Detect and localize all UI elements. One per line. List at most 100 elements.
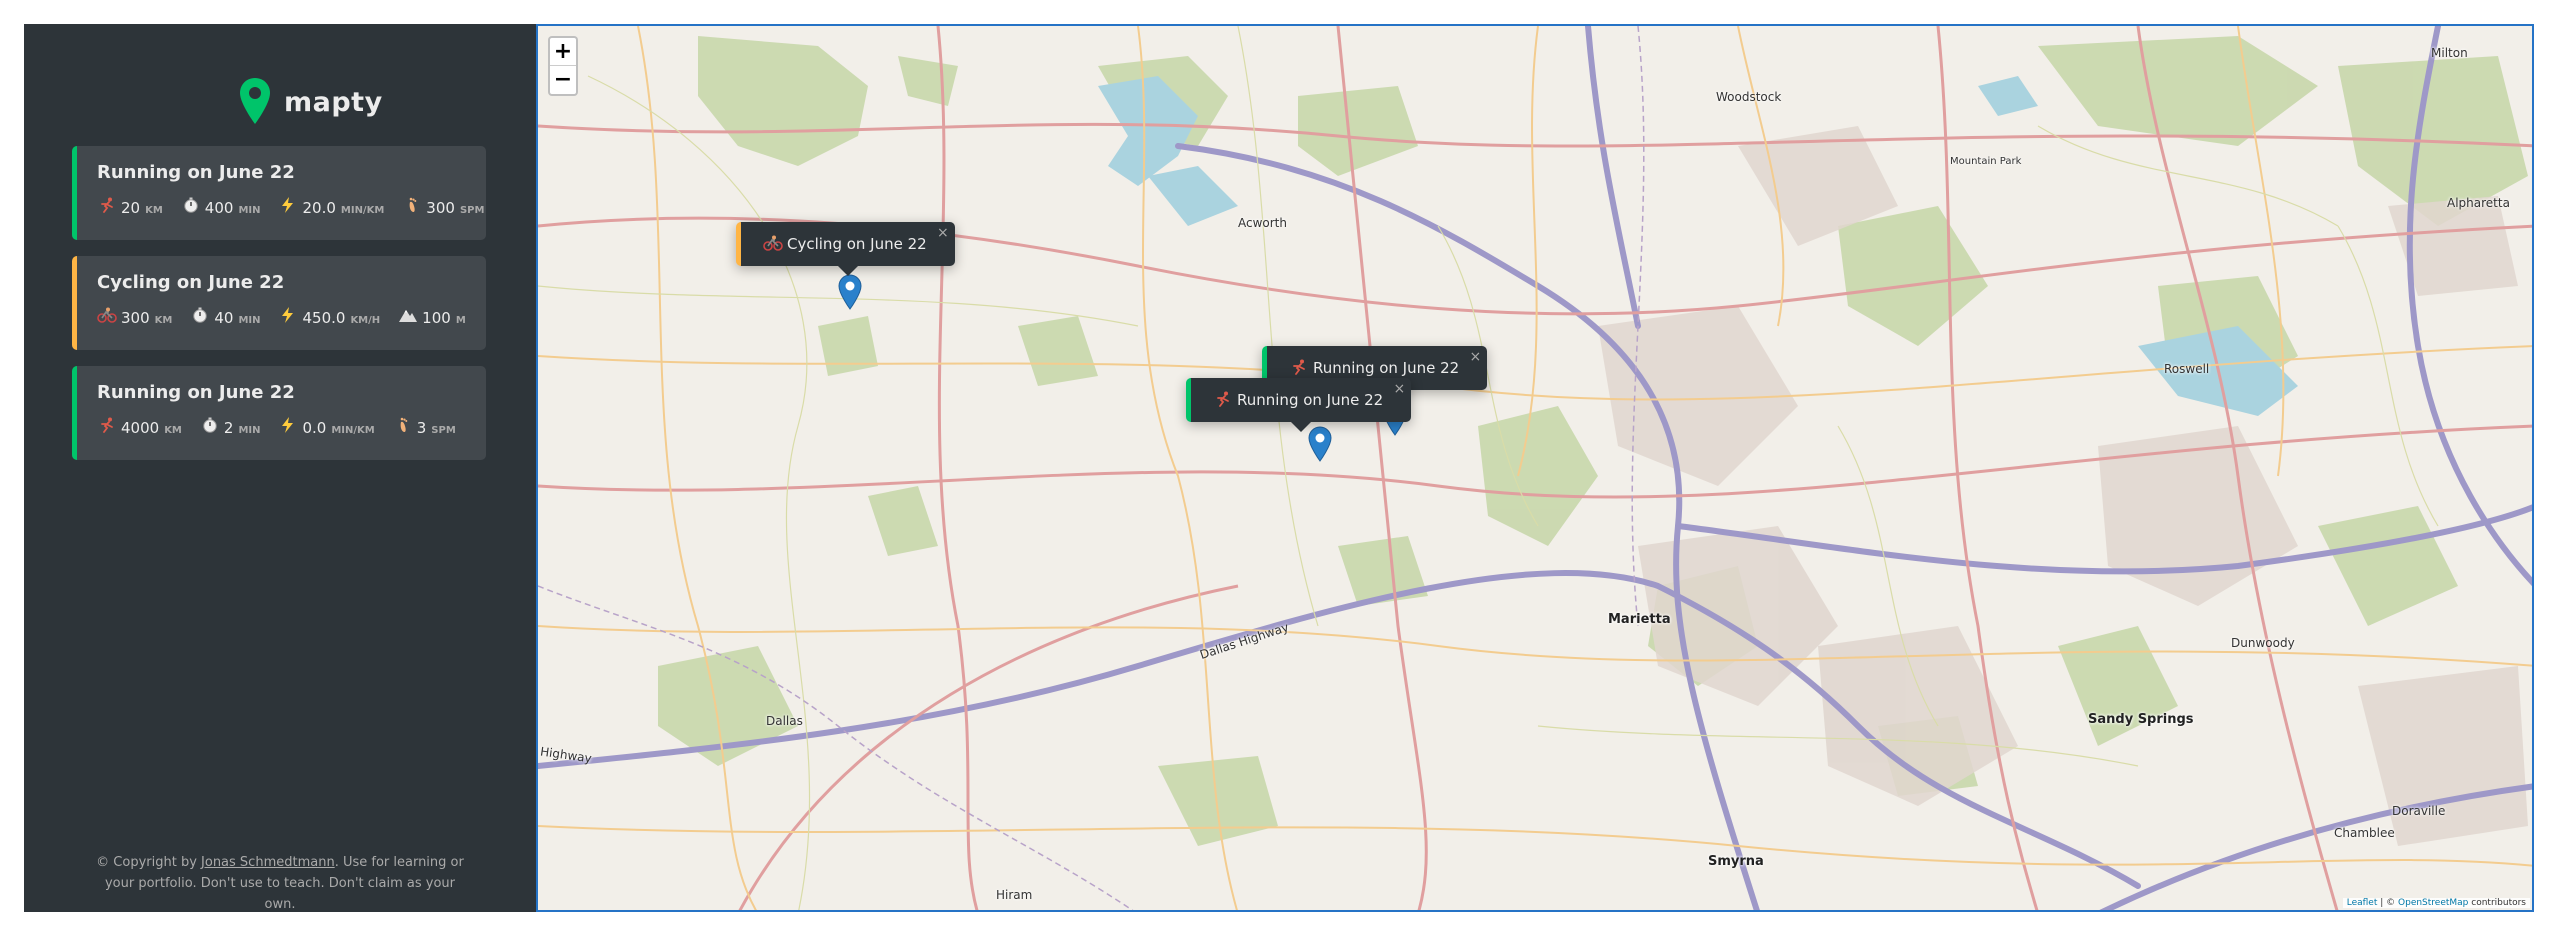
workout-detail: 20.0 min/km — [278, 197, 384, 217]
workout-detail-value: 2 — [223, 419, 234, 437]
workout-detail-unit: min/km — [331, 425, 375, 436]
running-icon — [1213, 391, 1231, 409]
popup-text: Running on June 22 — [1313, 359, 1460, 377]
workout-detail-value: 40 — [214, 309, 234, 327]
workout-detail: 300 spm — [402, 197, 484, 217]
workout-item-running[interactable]: Running on June 22 20 km 400 min 20.0 min/km 30… — [72, 146, 486, 240]
map-marker[interactable] — [1308, 426, 1332, 462]
workout-detail-value: 100 — [422, 309, 451, 327]
workout-item-running[interactable]: Running on June 22 4000 km 2 min 0.0 min/km 3 sp… — [72, 366, 486, 460]
workout-title: Running on June 22 — [97, 382, 295, 403]
workout-detail: 0.0 min/km — [278, 417, 375, 437]
osm-link[interactable]: OpenStreetMap — [2398, 898, 2468, 908]
popup-text: Running on June 22 — [1237, 391, 1384, 409]
workout-details: 20 km 400 min 20.0 min/km 300 spm — [97, 197, 484, 217]
place-label: Dunwoody — [2231, 636, 2295, 650]
cycling-icon — [763, 235, 783, 253]
workout-details: 300 km 40 min 450.0 km/h 100 m — [97, 307, 466, 327]
stopwatch-icon — [181, 197, 201, 213]
workout-detail: 4000 km — [97, 417, 182, 437]
workout-popup: Running on June 22 × — [1186, 378, 1412, 422]
workout-detail-unit: km — [164, 425, 182, 436]
zoom-in-button[interactable]: + — [550, 38, 576, 66]
place-label: Marietta — [1608, 612, 1671, 627]
place-label: Alpharetta — [2447, 196, 2510, 210]
workout-detail-value: 20.0 — [302, 199, 336, 217]
workout-detail: 20 km — [97, 197, 163, 217]
workout-details: 4000 km 2 min 0.0 min/km 3 spm — [97, 417, 464, 437]
workout-item-cycling[interactable]: Cycling on June 22 300 km 40 min 450.0 km/h 100… — [72, 256, 486, 350]
workout-detail: 3 spm — [393, 417, 456, 437]
lightning-icon — [278, 197, 298, 213]
workout-detail-value: 400 — [204, 199, 234, 217]
author-link[interactable]: Jonas Schmedtmann — [201, 855, 335, 870]
workout-detail-unit: min/km — [340, 205, 385, 216]
workout-detail-value: 0.0 — [302, 419, 327, 437]
place-label: Chamblee — [2334, 826, 2395, 840]
place-label: Milton — [2431, 46, 2468, 60]
workout-detail: 40 min — [190, 307, 260, 327]
map-marker[interactable] — [838, 274, 862, 310]
logo: mapty — [238, 76, 383, 128]
workout-title: Cycling on June 22 — [97, 272, 285, 293]
workout-detail-unit: min — [238, 205, 261, 216]
workout-detail: 2 min — [200, 417, 261, 437]
popup-text: Cycling on June 22 — [787, 235, 927, 253]
place-label: Mountain Park — [1950, 156, 2022, 167]
running-icon — [1289, 359, 1307, 377]
copyright-text: © Copyright by Jonas Schmedtmann. Use fo… — [88, 852, 472, 915]
stopwatch-icon — [200, 417, 220, 433]
popup-close-button[interactable]: × — [937, 225, 949, 241]
workout-detail-unit: min — [238, 315, 261, 326]
lightning-icon — [278, 307, 298, 323]
workout-detail: 400 min — [181, 197, 261, 217]
place-label: Dallas — [766, 714, 803, 728]
footprint-icon — [402, 197, 422, 213]
map-tiles — [538, 26, 2532, 910]
workout-detail-value: 300 — [426, 199, 455, 217]
stopwatch-icon — [190, 307, 210, 323]
attribution-separator: | © — [2377, 898, 2399, 908]
zoom-out-button[interactable]: − — [550, 66, 576, 94]
workout-detail-unit: km — [145, 205, 163, 216]
workout-detail-value: 300 — [121, 309, 150, 327]
workout-detail-value: 450.0 — [302, 309, 346, 327]
workout-detail-value: 3 — [416, 419, 427, 437]
mountain-icon — [398, 307, 418, 323]
workout-title: Running on June 22 — [97, 162, 295, 183]
workout-detail-unit: spm — [431, 425, 456, 436]
popup-close-button[interactable]: × — [1393, 381, 1405, 397]
map-attribution: Leaflet | © OpenStreetMap contributors — [2342, 898, 2530, 908]
place-label: Woodstock — [1716, 90, 1782, 104]
logo-text: mapty — [284, 86, 383, 118]
workout-detail-value: 4000 — [121, 419, 160, 437]
workout-list: Running on June 22 20 km 400 min 20.0 min/km 30… — [72, 146, 486, 476]
place-label: Doraville — [2392, 804, 2446, 818]
copyright-prefix: © Copyright by — [96, 855, 202, 870]
map[interactable]: + − Woodstock Milton Mountain Park Alpha… — [536, 24, 2534, 912]
workout-detail-unit: min — [238, 425, 261, 436]
workout-detail-unit: km — [154, 315, 173, 326]
workout-detail-unit: m — [455, 315, 466, 326]
running-icon — [97, 417, 117, 433]
place-label: Sandy Springs — [2088, 712, 2194, 727]
lightning-icon — [278, 417, 298, 433]
place-label: Hiram — [996, 888, 1033, 902]
workout-popup: Cycling on June 22 × — [736, 222, 955, 266]
workout-detail-unit: spm — [459, 205, 485, 216]
place-label: Acworth — [1238, 216, 1287, 230]
running-icon — [97, 197, 117, 213]
attribution-suffix: contributors — [2468, 898, 2526, 908]
leaflet-link[interactable]: Leaflet — [2347, 898, 2378, 908]
workout-detail: 300 km — [97, 307, 172, 327]
workout-detail: 450.0 km/h — [278, 307, 380, 327]
place-label: Roswell — [2164, 362, 2210, 376]
cycling-icon — [97, 307, 117, 323]
popup-close-button[interactable]: × — [1469, 349, 1481, 365]
workout-detail-value: 20 — [121, 199, 141, 217]
footprint-icon — [393, 417, 413, 433]
workout-detail-unit: km/h — [350, 315, 381, 326]
zoom-control: + − — [548, 36, 578, 96]
map-pin-logo-icon — [240, 78, 270, 124]
sidebar: mapty Running on June 22 20 km 400 min 20.0 mi… — [24, 24, 536, 912]
